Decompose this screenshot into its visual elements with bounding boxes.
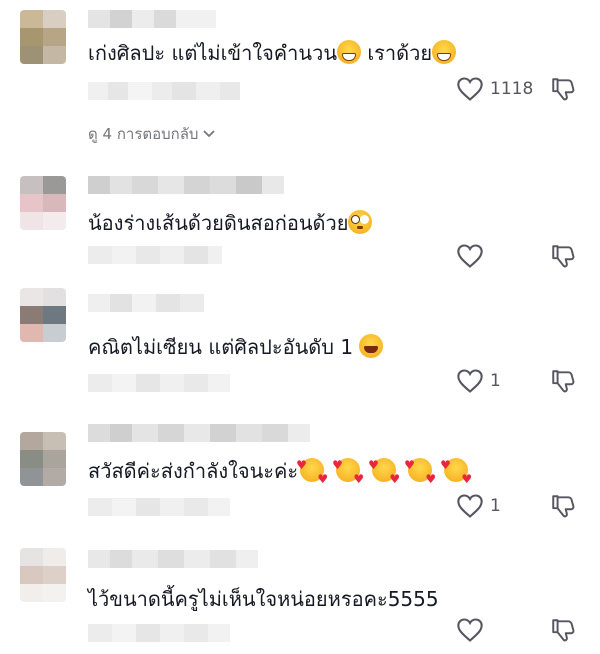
username-blurred[interactable] [88,10,216,28]
avatar[interactable] [20,10,66,64]
heart-outline-icon [457,77,483,101]
avatar[interactable] [20,548,66,602]
flushed-face-icon [348,210,373,234]
smiling-face-with-hearts-icon [440,452,472,492]
grinning-squinting-face-icon [432,40,457,64]
like-count: 1118 [490,79,534,99]
timestamp-blurred [88,498,230,516]
comment-text: เก่งศิลปะ แต่ไม่เข้าใจคำนวน เราด้วย [88,40,457,66]
chevron-down-icon [203,130,216,138]
username-blurred[interactable] [88,550,258,568]
view-replies-label: ดู 4 การตอบกลับ [88,125,199,143]
grinning-squinting-face-icon [336,40,361,64]
thumbs-down-outline-icon[interactable] [550,243,576,269]
thumbs-down-outline-icon[interactable] [550,493,576,519]
heart-outline-icon [457,618,483,642]
smiling-face-with-hearts-icon [332,452,364,492]
like-button[interactable] [456,243,490,269]
smiling-face-with-hearts-icon [404,452,436,492]
thumbs-down-outline-icon[interactable] [550,76,576,102]
timestamp-blurred [88,82,240,100]
heart-outline-icon [457,494,483,518]
like-count: 1 [490,371,501,391]
comment-text: ไว้ขนาดนี้ครูไม่เห็นใจหน่อยหรอคะ5555 [88,587,439,611]
timestamp-blurred [88,246,222,264]
username-blurred[interactable] [88,424,310,442]
like-button[interactable]: 1 [456,368,501,394]
timestamp-blurred [88,374,230,392]
avatar[interactable] [20,288,66,342]
username-blurred[interactable] [88,294,204,312]
face-with-tears-of-joy-icon [359,334,384,358]
smiling-face-with-hearts-icon [368,452,400,492]
comment-text: น้องร่างเส้นด้วยดินสอก่อนด้วย [88,210,373,236]
view-replies-button[interactable]: ดู 4 การตอบกลับ [88,122,216,146]
thumbs-down-outline-icon[interactable] [550,617,576,643]
like-button[interactable]: 1 [456,493,501,519]
smiling-face-with-hearts-icon [296,452,328,492]
timestamp-blurred [88,624,230,642]
username-blurred[interactable] [88,176,284,194]
comment-text: คณิตไม่เซียน แต่ศิลปะอันดับ 1 [88,334,384,360]
heart-outline-icon [457,369,483,393]
like-button[interactable] [456,617,490,643]
avatar[interactable] [20,176,66,230]
comment-text: สวัสดีค่ะส่งกำลังใจนะค่ะ [88,452,472,492]
thumbs-down-outline-icon[interactable] [550,368,576,394]
like-count: 1 [490,496,501,516]
like-button[interactable]: 1118 [456,76,533,102]
avatar[interactable] [20,432,66,486]
heart-outline-icon [457,244,483,268]
